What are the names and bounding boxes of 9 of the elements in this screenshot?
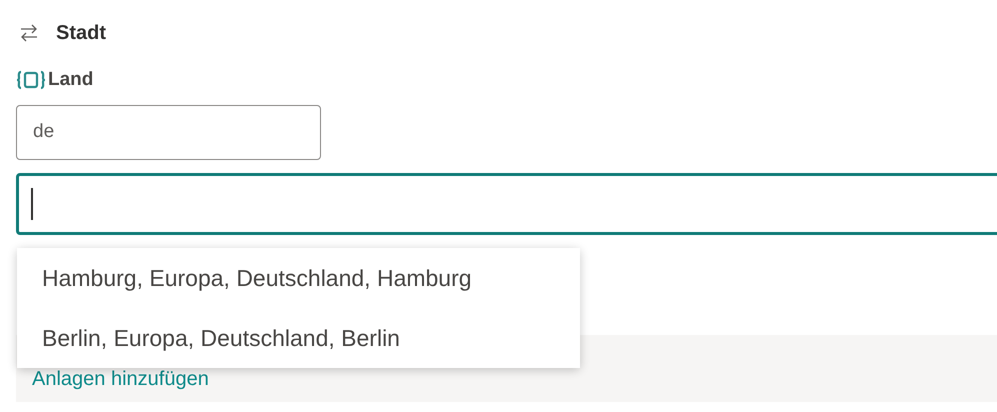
swap-arrows-icon (18, 22, 40, 44)
search-input-field[interactable] (16, 172, 997, 234)
country-input-field[interactable]: de (16, 104, 321, 160)
section-title: Stadt (56, 21, 106, 46)
field-label: Land (48, 68, 94, 92)
suggestion-item[interactable]: Hamburg, Europa, Deutschland, Hamburg (17, 248, 580, 308)
text-cursor (31, 188, 33, 220)
suggestion-item[interactable]: Berlin, Europa, Deutschland, Berlin (17, 308, 580, 368)
variable-icon (16, 69, 46, 92)
